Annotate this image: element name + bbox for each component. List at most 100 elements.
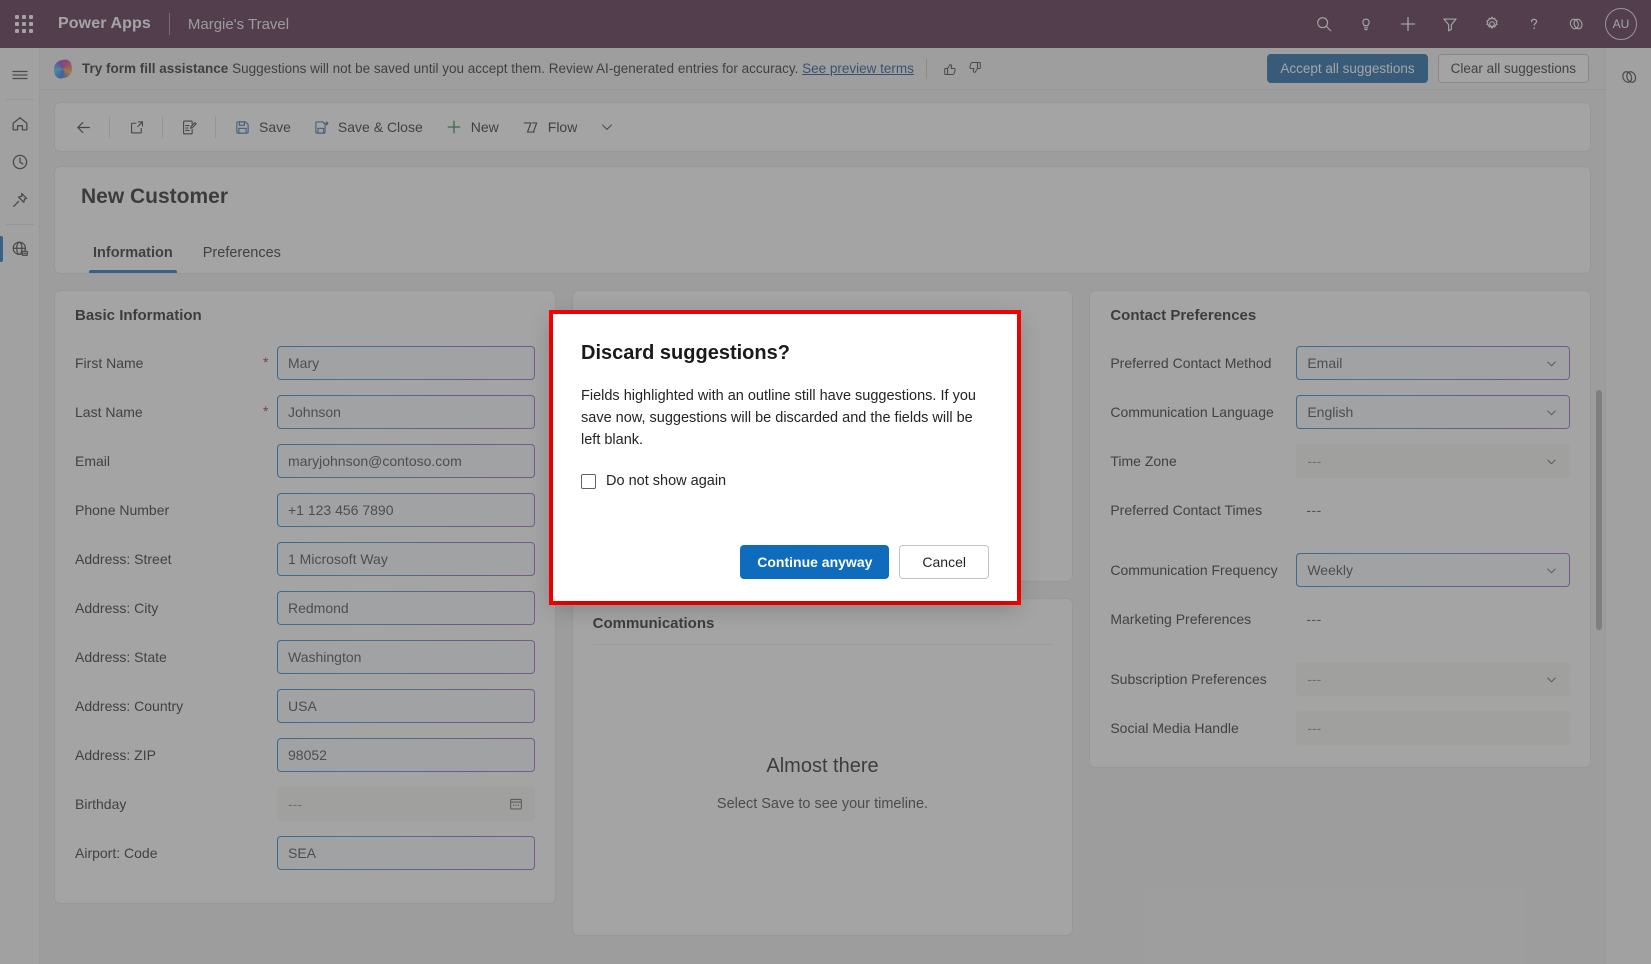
save-and-close-button[interactable]: Save & Close bbox=[303, 110, 433, 144]
filter-icon[interactable] bbox=[1429, 4, 1471, 44]
continue-anyway-button[interactable]: Continue anyway bbox=[740, 545, 889, 579]
marketing-preferences-value[interactable]: --- bbox=[1296, 611, 1570, 627]
notification-message: Suggestions will not be saved until you … bbox=[228, 61, 802, 76]
brand-divider bbox=[169, 13, 170, 35]
airport-code-input[interactable]: SEA bbox=[277, 836, 535, 870]
field-label: Preferred Contact Method bbox=[1110, 355, 1296, 371]
clear-all-suggestions-button[interactable]: Clear all suggestions bbox=[1438, 54, 1589, 83]
waffle-icon bbox=[15, 15, 33, 33]
sidebar-item-customers[interactable] bbox=[0, 230, 40, 268]
field-value: Johnson bbox=[288, 404, 341, 420]
communication-frequency-select[interactable]: Weekly bbox=[1296, 553, 1570, 587]
last-name-input[interactable]: Johnson bbox=[277, 395, 535, 429]
back-button[interactable] bbox=[65, 110, 101, 144]
environment-name[interactable]: Margie's Travel bbox=[188, 16, 289, 33]
command-bar: Save Save & Close bbox=[54, 102, 1591, 152]
field-value: Email bbox=[1307, 355, 1342, 371]
social-media-handle-input[interactable]: --- bbox=[1296, 711, 1570, 745]
save-button[interactable]: Save bbox=[224, 110, 301, 144]
chevron-down-icon bbox=[1544, 356, 1559, 371]
phone-number-input[interactable]: +1 123 456 7890 bbox=[277, 493, 535, 527]
home-icon bbox=[10, 114, 30, 134]
discard-suggestions-dialog: Discard suggestions? Fields highlighted … bbox=[553, 314, 1017, 601]
copilot-icon[interactable] bbox=[1555, 4, 1597, 44]
copilot-panel-button[interactable] bbox=[1609, 58, 1649, 96]
address-country-input[interactable]: USA bbox=[277, 689, 535, 723]
communication-language-select[interactable]: English bbox=[1296, 395, 1570, 429]
see-preview-terms-link[interactable]: See preview terms bbox=[802, 61, 914, 76]
search-icon[interactable] bbox=[1303, 4, 1345, 44]
gear-icon[interactable] bbox=[1471, 4, 1513, 44]
new-button[interactable]: New bbox=[435, 110, 509, 144]
command-divider-3 bbox=[215, 116, 216, 138]
sidebar-item-pinned[interactable] bbox=[0, 181, 40, 219]
required-marker: * bbox=[261, 403, 277, 421]
dialog-actions: Continue anyway Cancel bbox=[581, 545, 989, 579]
field-label: Last Name bbox=[75, 404, 261, 420]
address-street-input[interactable]: 1 Microsoft Way bbox=[277, 542, 535, 576]
field-address-zip: Address: ZIP 98052 bbox=[75, 738, 535, 772]
plus-icon[interactable] bbox=[1387, 4, 1429, 44]
open-in-new-window-button[interactable] bbox=[118, 110, 154, 144]
globe-icon bbox=[10, 239, 30, 259]
right-rail bbox=[1605, 48, 1651, 964]
lightbulb-icon[interactable] bbox=[1345, 4, 1387, 44]
popout-icon bbox=[128, 119, 145, 136]
column-right: Contact Preferences Preferred Contact Me… bbox=[1089, 290, 1591, 784]
calendar-icon[interactable] bbox=[508, 796, 524, 812]
form-fill-assistance-bar: Try form fill assistance Suggestions wil… bbox=[40, 48, 1605, 90]
field-label: First Name bbox=[75, 355, 261, 371]
subscription-preferences-select[interactable]: --- bbox=[1296, 662, 1570, 696]
field-label: Address: State bbox=[75, 649, 261, 665]
field-email: Email maryjohnson@contoso.com bbox=[75, 444, 535, 478]
notification-divider bbox=[926, 59, 927, 79]
cancel-button[interactable]: Cancel bbox=[899, 545, 989, 579]
app-launcher-button[interactable] bbox=[0, 0, 48, 48]
field-subscription-preferences: Subscription Preferences --- bbox=[1110, 662, 1570, 696]
flow-icon bbox=[521, 118, 540, 137]
do-not-show-again-checkbox[interactable]: Do not show again bbox=[581, 473, 989, 489]
timeline-empty-state: Almost there Select Save to see your tim… bbox=[593, 645, 1053, 935]
sidebar-item-menu[interactable] bbox=[0, 56, 40, 94]
brand-title[interactable]: Power Apps bbox=[58, 15, 151, 33]
field-label: Airport: Code bbox=[75, 845, 261, 861]
section-title: Contact Preferences bbox=[1110, 307, 1570, 324]
field-value: SEA bbox=[288, 845, 316, 861]
chevron-down-icon bbox=[1544, 563, 1559, 578]
tab-preferences[interactable]: Preferences bbox=[191, 237, 293, 273]
checkbox-box[interactable] bbox=[581, 474, 596, 489]
first-name-input[interactable]: Mary bbox=[277, 346, 535, 380]
address-city-input[interactable]: Redmond bbox=[277, 591, 535, 625]
field-phone-number: Phone Number +1 123 456 7890 bbox=[75, 493, 535, 527]
command-overflow-button[interactable] bbox=[589, 110, 625, 144]
thumbs-up-icon[interactable] bbox=[939, 57, 963, 81]
notification-title: Try form fill assistance bbox=[82, 61, 228, 76]
discard-suggestions-dialog-highlight: Discard suggestions? Fields highlighted … bbox=[549, 310, 1021, 605]
time-zone-select[interactable]: --- bbox=[1296, 444, 1570, 478]
copilot-sparkle-icon bbox=[53, 58, 74, 79]
field-last-name: Last Name * Johnson bbox=[75, 395, 535, 429]
thumbs-down-icon[interactable] bbox=[963, 57, 987, 81]
address-zip-input[interactable]: 98052 bbox=[277, 738, 535, 772]
preferred-contact-method-select[interactable]: Email bbox=[1296, 346, 1570, 380]
birthday-input[interactable]: --- bbox=[277, 787, 535, 821]
accept-all-suggestions-button[interactable]: Accept all suggestions bbox=[1267, 54, 1427, 83]
sidebar-item-recent[interactable] bbox=[0, 143, 40, 181]
help-icon[interactable] bbox=[1513, 4, 1555, 44]
required-marker: * bbox=[261, 354, 277, 372]
avatar[interactable]: AU bbox=[1605, 8, 1637, 40]
field-label: Communication Language bbox=[1110, 404, 1296, 420]
clock-icon bbox=[10, 152, 30, 172]
form-editor-button[interactable] bbox=[171, 110, 207, 144]
preferred-contact-times-value[interactable]: --- bbox=[1296, 502, 1570, 518]
tab-information[interactable]: Information bbox=[81, 237, 185, 273]
field-value: Washington bbox=[288, 649, 361, 665]
timeline-empty-title: Almost there bbox=[766, 755, 878, 778]
sidebar-item-home[interactable] bbox=[0, 105, 40, 143]
form-header: New Customer Information Preferences bbox=[54, 166, 1591, 274]
field-label: Address: Country bbox=[75, 698, 261, 714]
vertical-scrollbar[interactable] bbox=[1596, 390, 1602, 630]
flow-button[interactable]: Flow bbox=[511, 110, 588, 144]
email-input[interactable]: maryjohnson@contoso.com bbox=[277, 444, 535, 478]
address-state-input[interactable]: Washington bbox=[277, 640, 535, 674]
